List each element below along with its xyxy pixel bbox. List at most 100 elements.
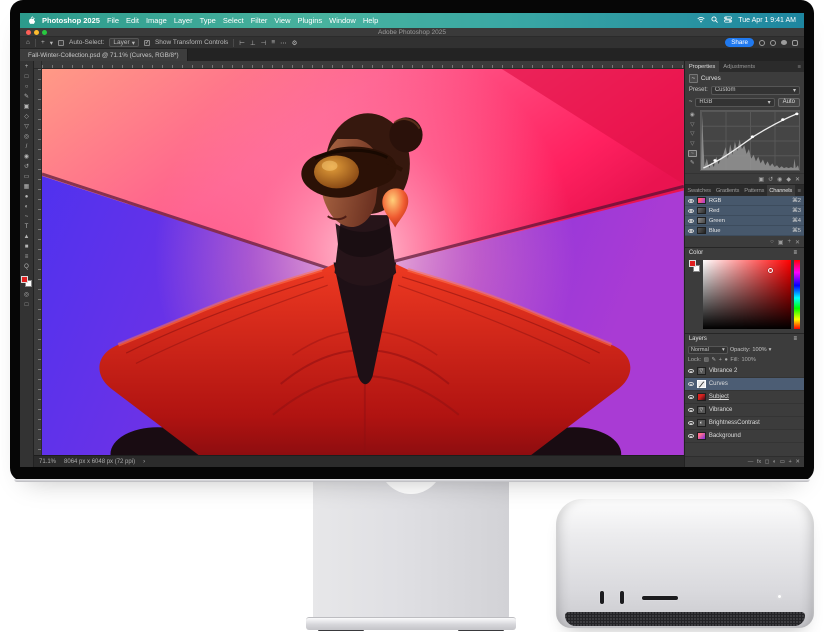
menu-app-name[interactable]: Photoshop 2025 — [42, 16, 100, 25]
tab-patterns[interactable]: Patterns — [742, 185, 767, 196]
visibility-eye-icon[interactable] — [688, 408, 694, 412]
quick-mask-button[interactable]: ◎ — [22, 292, 32, 299]
control-center-icon[interactable] — [724, 16, 732, 25]
auto-button[interactable]: Auto — [778, 98, 800, 107]
curves-graph[interactable] — [700, 110, 800, 171]
visibility-eye-icon[interactable] — [688, 199, 694, 203]
chevron-down-icon[interactable]: ▾ — [769, 347, 772, 353]
saturation-brightness-field[interactable] — [703, 260, 791, 329]
menu-window[interactable]: Window — [329, 16, 356, 25]
crop-tool[interactable]: ▣ — [22, 104, 32, 111]
frame-tool[interactable]: ◇ — [22, 114, 32, 121]
auto-select-checkbox[interactable] — [58, 40, 64, 46]
targeted-adjustment-icon[interactable]: ◉ — [688, 112, 697, 119]
workspace-switcher-icon[interactable] — [792, 40, 798, 46]
foreground-color-swatch[interactable] — [21, 276, 28, 283]
visibility-eye-icon[interactable] — [688, 421, 694, 425]
menubar-clock[interactable]: Tue Apr 1 9:41 AM — [738, 17, 796, 24]
auto-select-target-dropdown[interactable]: Layer▾ — [109, 38, 139, 47]
save-selection-icon[interactable]: ▣ — [778, 239, 784, 246]
brush-tool[interactable]: / — [22, 144, 32, 151]
channel-row-green[interactable]: Green ⌘4 — [685, 216, 804, 226]
tab-swatches[interactable]: Swatches — [685, 185, 714, 196]
distribute-icon[interactable]: ≡ — [271, 39, 275, 46]
delete-adjustment-icon[interactable]: ✕ — [795, 176, 800, 183]
layer-effects-icon[interactable]: fx — [757, 459, 761, 465]
blend-mode-dropdown[interactable]: Normal ▾ — [688, 346, 728, 354]
lock-transparency-icon[interactable]: ▨ — [704, 357, 709, 363]
delete-channel-icon[interactable]: ✕ — [795, 239, 800, 246]
panel-menu-icon[interactable]: ≡ — [795, 61, 804, 72]
eraser-tool[interactable]: ▭ — [22, 174, 32, 181]
lock-position-icon[interactable]: + — [719, 357, 722, 363]
menu-view[interactable]: View — [274, 16, 290, 25]
clone-stamp-tool[interactable]: ◉ — [22, 154, 32, 161]
layer-mask-icon[interactable]: ◻ — [765, 459, 770, 465]
healing-brush-tool[interactable]: ◎ — [22, 134, 32, 141]
tool-preset-caret-icon[interactable]: ▾ — [50, 39, 53, 47]
new-layer-icon[interactable]: + — [789, 459, 792, 465]
fill-value[interactable]: 100% — [742, 357, 756, 363]
apple-menu-icon[interactable] — [28, 16, 35, 26]
search-icon[interactable] — [770, 40, 776, 46]
menu-edit[interactable]: Edit — [126, 16, 139, 25]
panel-menu-icon[interactable]: ≡ — [790, 336, 800, 342]
tab-gradients[interactable]: Gradients — [713, 185, 741, 196]
tab-channels[interactable]: Channels — [767, 185, 795, 196]
menu-file[interactable]: File — [107, 16, 119, 25]
visibility-eye-icon[interactable] — [688, 395, 694, 399]
lock-pixels-icon[interactable]: ✎ — [711, 357, 716, 363]
align-right-icon[interactable]: ⊣ — [261, 39, 267, 47]
layer-row-vibrance-2[interactable]: ▽ Vibrance 2 — [685, 365, 804, 378]
gray-point-eyedropper-icon[interactable]: ▽ — [688, 131, 697, 138]
new-group-icon[interactable]: ▭ — [780, 459, 785, 465]
menu-plugins[interactable]: Plugins — [298, 16, 323, 25]
share-button[interactable]: Share — [725, 38, 754, 47]
more-options-icon[interactable]: ⋯ — [280, 39, 287, 47]
channel-row-blue[interactable]: Blue ⌘5 — [685, 226, 804, 236]
color-swatches[interactable] — [21, 276, 32, 287]
black-point-eyedropper-icon[interactable]: ▽ — [688, 122, 697, 129]
visibility-eye-icon[interactable] — [688, 369, 694, 373]
draw-curve-pencil-icon[interactable]: ✎ — [688, 160, 697, 167]
wifi-icon[interactable] — [697, 16, 705, 25]
menu-image[interactable]: Image — [146, 16, 167, 25]
zoom-tool[interactable]: Q — [22, 264, 32, 271]
lock-all-icon[interactable]: ● — [724, 357, 727, 363]
eyedropper-tool[interactable]: ▽ — [22, 124, 32, 131]
layer-row-subject[interactable]: Subject — [685, 391, 804, 404]
visibility-eye-icon[interactable] — [688, 229, 694, 233]
type-tool[interactable]: T — [22, 224, 32, 231]
visibility-eye-icon[interactable] — [688, 209, 694, 213]
gradient-tool[interactable]: ▦ — [22, 184, 32, 191]
layer-row-vibrance[interactable]: ▽ Vibrance — [685, 404, 804, 417]
channel-dropdown[interactable]: RGB ▾ — [695, 98, 774, 107]
panel-menu-icon[interactable]: ≡ — [795, 185, 804, 196]
move-tool[interactable]: + — [22, 64, 32, 71]
canvas[interactable] — [42, 69, 684, 455]
hand-tool[interactable]: ≡ — [22, 254, 32, 261]
opacity-value[interactable]: 100% — [752, 347, 766, 353]
tab-properties[interactable]: Properties — [685, 61, 719, 72]
zoom-level[interactable]: 71.1% — [39, 459, 56, 465]
layer-row-brightness-contrast[interactable]: ◐ BrightnessContrast — [685, 417, 804, 430]
menu-layer[interactable]: Layer — [174, 16, 193, 25]
discover-bulb-icon[interactable] — [781, 40, 787, 45]
move-tool-icon[interactable]: + — [41, 39, 45, 46]
channel-row-red[interactable]: Red ⌘3 — [685, 206, 804, 216]
panel-menu-icon[interactable]: ≡ — [790, 250, 800, 256]
reset-icon[interactable]: ↺ — [768, 176, 773, 183]
foreground-color-swatch[interactable] — [689, 260, 696, 267]
visibility-eye-icon[interactable] — [688, 382, 694, 386]
load-selection-icon[interactable]: ○ — [770, 239, 774, 245]
align-left-icon[interactable]: ⊢ — [239, 39, 245, 47]
history-brush-tool[interactable]: ↺ — [22, 164, 32, 171]
notifications-bell-icon[interactable] — [759, 40, 765, 46]
delete-layer-icon[interactable]: ✕ — [795, 459, 800, 465]
clip-to-layer-icon[interactable]: ▣ — [758, 176, 764, 183]
lasso-tool[interactable]: ○ — [22, 84, 32, 91]
status-chevron-icon[interactable]: › — [143, 459, 145, 465]
hue-slider[interactable] — [794, 260, 800, 329]
layer-row-curves[interactable]: Curves — [685, 378, 804, 391]
white-point-eyedropper-icon[interactable]: ▽ — [688, 141, 697, 148]
